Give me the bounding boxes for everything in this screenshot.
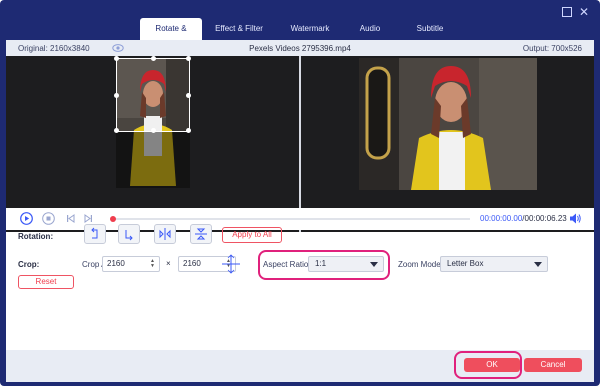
source-preview	[6, 56, 299, 232]
crop-label: Crop:	[18, 260, 40, 269]
crop-handle-left[interactable]	[114, 93, 119, 98]
stop-icon[interactable]	[42, 212, 55, 225]
crop-handle-top-right[interactable]	[186, 56, 191, 61]
crop-width-value: 2160	[107, 259, 125, 268]
seek-handle[interactable]	[110, 216, 116, 222]
file-info-bar: Original: 2160x3840 Pexels Videos 279539…	[6, 40, 594, 56]
maximize-icon[interactable]	[560, 6, 572, 18]
aspect-ratio-label: Aspect Ratio:	[263, 260, 311, 269]
seek-bar[interactable]	[114, 218, 470, 220]
file-name: Pexels Videos 2795396.mp4	[249, 44, 351, 53]
rotate-crop-panel: Original: 2160x3840 Pexels Videos 279539…	[6, 40, 594, 382]
rotate-right-button[interactable]	[118, 224, 140, 244]
rotate-left-icon	[91, 227, 98, 239]
editor-window: ✕ Rotate & Crop Effect & Filter Watermar…	[0, 0, 600, 386]
flip-horizontal-button[interactable]	[154, 224, 176, 244]
crop-width-stepper[interactable]: ▲ ▼	[150, 259, 156, 269]
crop-handle-bottom-right[interactable]	[186, 128, 191, 133]
zoom-mode-value: Letter Box	[447, 259, 484, 268]
skip-back-icon[interactable]	[64, 212, 77, 225]
play-icon[interactable]	[20, 212, 33, 225]
rotate-right-icon	[125, 230, 133, 241]
crop-handle-bottom-left[interactable]	[114, 128, 119, 133]
reset-button[interactable]: Reset	[18, 275, 74, 289]
close-icon[interactable]: ✕	[578, 6, 590, 18]
tab-watermark[interactable]: Watermark	[276, 18, 344, 40]
chevron-down-icon	[534, 262, 542, 267]
rotation-label: Rotation:	[18, 232, 54, 241]
flip-vertical-icon	[195, 228, 207, 240]
zoom-mode-select[interactable]: Letter Box	[440, 256, 548, 272]
tab-subtitle[interactable]: Subtitle	[396, 18, 464, 40]
crop-handle-top-left[interactable]	[114, 56, 119, 61]
rotate-left-button[interactable]	[84, 224, 106, 244]
crop-handle-right[interactable]	[186, 93, 191, 98]
flip-vertical-button[interactable]	[190, 224, 212, 244]
crop-width-input[interactable]: 2160 ▲ ▼	[102, 256, 160, 272]
tab-audio[interactable]: Audio	[344, 18, 396, 40]
volume-icon[interactable]	[568, 212, 582, 225]
current-time: 00:00:00.00	[480, 214, 523, 223]
total-time: /00:00:06.23	[522, 214, 567, 223]
dimension-separator: ×	[166, 259, 171, 268]
timecode: 00:00:00.00/00:00:06.23	[480, 214, 567, 223]
crop-handle-top[interactable]	[151, 56, 156, 61]
tab-effect-filter[interactable]: Effect & Filter	[202, 18, 276, 40]
tab-bar: Rotate & Crop Effect & Filter Watermark …	[140, 18, 464, 55]
preview-area: 00:00:00.00/00:00:06.23	[6, 56, 594, 232]
cancel-button[interactable]: Cancel	[524, 358, 582, 372]
ok-button[interactable]: OK	[464, 358, 520, 372]
center-crop-icon[interactable]	[221, 254, 241, 274]
tab-rotate-crop[interactable]: Rotate & Crop	[140, 18, 202, 55]
chevron-down-icon	[370, 262, 378, 267]
crop-handle-bottom[interactable]	[151, 128, 156, 133]
zoom-mode-label: Zoom Mode:	[398, 260, 443, 269]
crop-height-value: 2160	[183, 259, 201, 268]
apply-to-all-button[interactable]: Apply to All	[222, 227, 282, 243]
crop-selection-box[interactable]	[114, 56, 191, 133]
aspect-ratio-value: 1:1	[315, 259, 327, 268]
output-video-frame	[359, 58, 537, 190]
aspect-ratio-select[interactable]: 1:1	[308, 256, 384, 272]
output-preview	[301, 56, 594, 232]
output-resolution: Output: 700x526	[522, 44, 582, 53]
flip-horizontal-icon	[159, 228, 171, 240]
